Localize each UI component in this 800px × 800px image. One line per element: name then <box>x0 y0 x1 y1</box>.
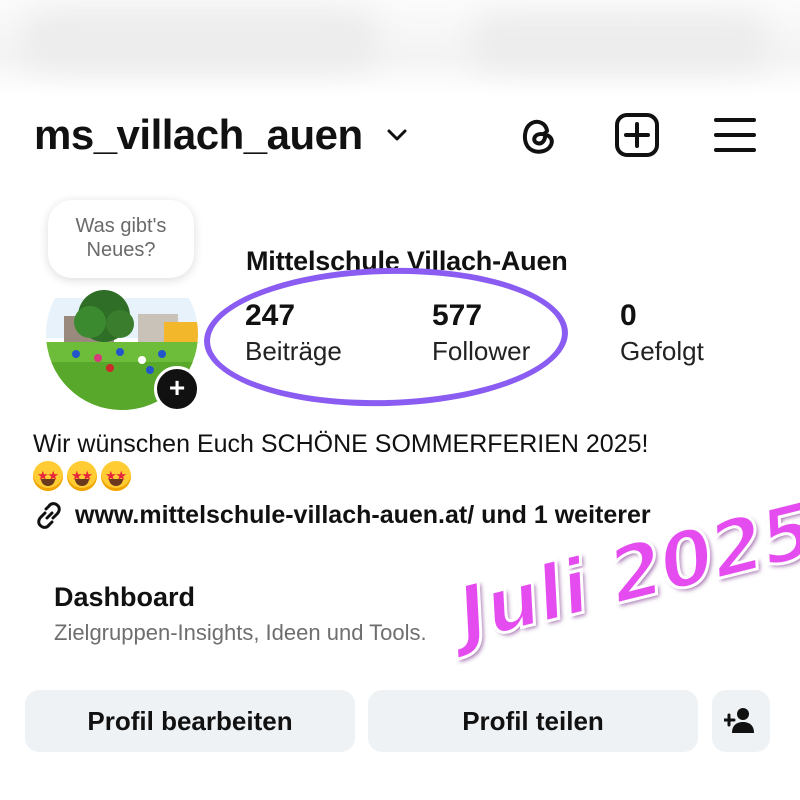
stat-label: Gefolgt <box>620 336 704 366</box>
link-icon <box>37 502 61 529</box>
threads-icon[interactable] <box>516 112 562 158</box>
add-person-button[interactable] <box>712 690 770 752</box>
note-bubble[interactable]: Was gibt's Neues? <box>48 200 194 278</box>
add-story-icon[interactable]: + <box>154 366 200 412</box>
dashboard-subtitle: Zielgruppen-Insights, Ideen und Tools. <box>54 620 427 645</box>
star-struck-emoji: ★ ★ <box>33 461 63 491</box>
blurred-status-area <box>0 0 800 95</box>
chevron-down-icon[interactable] <box>386 124 408 146</box>
profile-header: ms_villach_auen <box>34 110 760 160</box>
star-struck-emoji: ★ ★ <box>67 461 97 491</box>
edit-profile-button[interactable]: Profil bearbeiten <box>25 690 355 752</box>
highlight-oval <box>202 263 570 411</box>
add-person-icon <box>722 708 754 733</box>
menu-icon[interactable] <box>712 112 758 158</box>
bio-text: Wir wünschen Euch SCHÖNE SOMMERFERIEN 20… <box>33 430 649 458</box>
stat-following[interactable]: 0 Gefolgt <box>620 298 704 368</box>
stat-value: 0 <box>620 299 637 332</box>
username[interactable]: ms_villach_auen <box>34 110 363 160</box>
dashboard-title[interactable]: Dashboard <box>54 582 195 613</box>
bio-link-text[interactable]: www.mittelschule-villach-auen.at/ und 1 … <box>75 498 651 532</box>
bio-emojis: ★ ★ ★ ★ ★ ★ <box>33 461 131 491</box>
add-post-icon[interactable] <box>614 112 660 158</box>
share-profile-button[interactable]: Profil teilen <box>368 690 698 752</box>
star-struck-emoji: ★ ★ <box>101 461 131 491</box>
